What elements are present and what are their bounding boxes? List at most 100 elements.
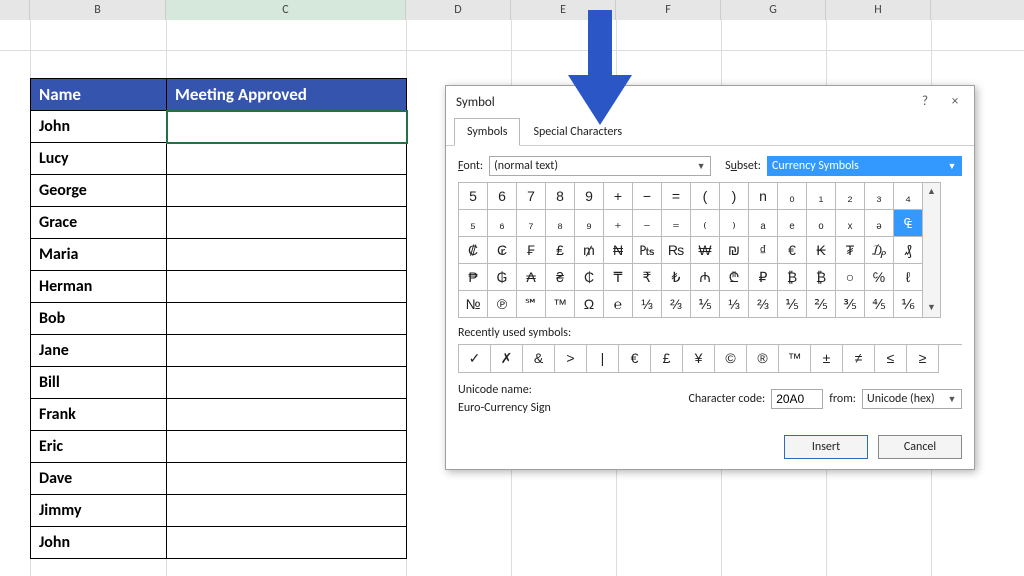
symbol-cell[interactable]: ₥ bbox=[575, 237, 604, 264]
symbol-cell[interactable]: ₆ bbox=[488, 210, 517, 237]
symbol-cell[interactable]: ₹ bbox=[633, 264, 662, 291]
from-combo[interactable]: Unicode (hex) ▼ bbox=[862, 389, 962, 409]
symbol-cell[interactable]: ₓ bbox=[836, 210, 865, 237]
recent-symbol-cell[interactable]: | bbox=[587, 345, 619, 373]
symbol-cell[interactable]: ₀ bbox=[778, 183, 807, 210]
symbol-cell[interactable]: = bbox=[662, 183, 691, 210]
symbol-cell[interactable]: ₨ bbox=[662, 237, 691, 264]
symbol-cell[interactable]: ₊ bbox=[604, 210, 633, 237]
symbol-cell[interactable]: 6 bbox=[488, 183, 517, 210]
symbol-cell[interactable]: 7 bbox=[517, 183, 546, 210]
symbol-cell[interactable]: ₮ bbox=[836, 237, 865, 264]
symbol-cell[interactable]: ₧ bbox=[633, 237, 662, 264]
symbol-cell[interactable]: + bbox=[604, 183, 633, 210]
table-row[interactable]: Lucy bbox=[31, 143, 167, 175]
symbol-cell[interactable]: ₪ bbox=[720, 237, 749, 264]
symbol-cell[interactable]: ₁ bbox=[807, 183, 836, 210]
symbol-cell[interactable]: ℅ bbox=[865, 264, 894, 291]
symbol-cell[interactable]: ₫ bbox=[749, 237, 778, 264]
symbol-cell[interactable]: ⅔ bbox=[662, 291, 691, 318]
symbol-cell[interactable]: ₩ bbox=[691, 237, 720, 264]
font-combo[interactable]: (normal text) ▼ bbox=[489, 156, 711, 176]
table-row[interactable]: Bob bbox=[31, 303, 167, 335]
symbol-scrollbar[interactable]: ▲ ▼ bbox=[923, 182, 941, 318]
tab-symbols[interactable]: Symbols bbox=[454, 118, 520, 146]
table-row[interactable]: Maria bbox=[31, 239, 167, 271]
symbol-cell[interactable]: ⅖ bbox=[807, 291, 836, 318]
recent-symbol-cell[interactable]: ≠ bbox=[843, 345, 875, 373]
symbol-cell[interactable]: ⅗ bbox=[836, 291, 865, 318]
recent-symbol-cell[interactable]: ≥ bbox=[907, 345, 939, 373]
symbol-cell[interactable]: ™ bbox=[546, 291, 575, 318]
symbol-cell[interactable]: ₱ bbox=[459, 264, 488, 291]
symbol-cell[interactable]: ₯ bbox=[865, 237, 894, 264]
symbol-cell[interactable]: ⅘ bbox=[865, 291, 894, 318]
symbol-cell[interactable]: Ω bbox=[575, 291, 604, 318]
symbol-cell[interactable]: ₌ bbox=[662, 210, 691, 237]
symbol-cell[interactable]: 5 bbox=[459, 183, 488, 210]
symbol-cell[interactable]: ₣ bbox=[517, 237, 546, 264]
symbol-cell[interactable]: ₒ bbox=[807, 210, 836, 237]
recent-symbol-cell[interactable]: > bbox=[555, 345, 587, 373]
symbol-cell[interactable]: ₳ bbox=[517, 264, 546, 291]
symbol-cell[interactable]: ℓ bbox=[894, 264, 923, 291]
table-row[interactable]: John bbox=[31, 527, 167, 559]
symbol-cell[interactable]: ℮ bbox=[604, 291, 633, 318]
recent-symbol-cell[interactable]: ™ bbox=[779, 345, 811, 373]
symbol-cell[interactable]: ₂ bbox=[836, 183, 865, 210]
symbol-cell[interactable]: ₵ bbox=[575, 264, 604, 291]
symbol-cell[interactable]: ₎ bbox=[720, 210, 749, 237]
scroll-down-icon[interactable]: ▼ bbox=[923, 299, 940, 317]
recent-symbol-cell[interactable]: © bbox=[715, 345, 747, 373]
symbol-cell[interactable]: € bbox=[778, 237, 807, 264]
table-row[interactable]: Herman bbox=[31, 271, 167, 303]
symbol-cell[interactable]: ₲ bbox=[488, 264, 517, 291]
symbol-cell[interactable]: 9 bbox=[575, 183, 604, 210]
symbol-cell[interactable]: − bbox=[633, 183, 662, 210]
active-cell[interactable] bbox=[167, 111, 407, 143]
recent-symbol-cell[interactable]: ✗ bbox=[491, 345, 523, 373]
symbol-cell[interactable]: n bbox=[749, 183, 778, 210]
table-row[interactable]: George bbox=[31, 175, 167, 207]
symbol-cell[interactable]: ₽ bbox=[749, 264, 778, 291]
table-row[interactable]: John bbox=[31, 111, 167, 143]
symbol-cell[interactable]: ₈ bbox=[546, 210, 575, 237]
help-button[interactable]: ? bbox=[910, 92, 940, 112]
symbol-cell[interactable]: ⅔ bbox=[749, 291, 778, 318]
insert-button[interactable]: Insert bbox=[784, 435, 868, 459]
symbol-cell[interactable]: ₔ bbox=[865, 210, 894, 237]
charcode-input[interactable] bbox=[771, 389, 823, 409]
symbol-cell[interactable]: ℗ bbox=[488, 291, 517, 318]
recent-symbol-cell[interactable]: ✓ bbox=[459, 345, 491, 373]
recent-symbol-cell[interactable]: ¥ bbox=[683, 345, 715, 373]
col-header-c[interactable]: C bbox=[166, 0, 406, 20]
symbol-cell[interactable]: ₴ bbox=[546, 264, 575, 291]
col-header-h[interactable]: H bbox=[826, 0, 931, 20]
symbol-cell[interactable]: ₺ bbox=[662, 264, 691, 291]
symbol-cell[interactable]: ( bbox=[691, 183, 720, 210]
symbol-cell[interactable]: ₰ bbox=[894, 237, 923, 264]
symbol-cell[interactable]: ⅕ bbox=[778, 291, 807, 318]
table-row[interactable]: Frank bbox=[31, 399, 167, 431]
col-header-d[interactable]: D bbox=[406, 0, 511, 20]
symbol-cell[interactable]: ₭ bbox=[807, 237, 836, 264]
symbol-cell[interactable]: ₿ bbox=[778, 264, 807, 291]
symbol-cell[interactable]: ℠ bbox=[517, 291, 546, 318]
recent-symbol-cell[interactable]: ® bbox=[747, 345, 779, 373]
scroll-up-icon[interactable]: ▲ bbox=[923, 183, 940, 201]
symbol-cell[interactable]: ₅ bbox=[459, 210, 488, 237]
symbol-cell[interactable]: ₑ bbox=[778, 210, 807, 237]
symbol-cell[interactable]: ₼ bbox=[691, 264, 720, 291]
symbol-cell[interactable]: ₾ bbox=[720, 264, 749, 291]
symbol-cell[interactable]: ₍ bbox=[691, 210, 720, 237]
symbol-cell[interactable]: ₐ bbox=[749, 210, 778, 237]
recent-symbol-cell[interactable]: ± bbox=[811, 345, 843, 373]
symbol-cell[interactable]: ₿ bbox=[807, 264, 836, 291]
cancel-button[interactable]: Cancel bbox=[878, 435, 962, 459]
subset-combo[interactable]: Currency Symbols ▼ bbox=[767, 156, 962, 176]
symbol-cell[interactable]: ₠ bbox=[894, 210, 923, 237]
symbol-cell[interactable]: ₢ bbox=[488, 237, 517, 264]
symbol-cell[interactable]: ₦ bbox=[604, 237, 633, 264]
table-row[interactable]: Bill bbox=[31, 367, 167, 399]
recent-symbol-cell[interactable]: € bbox=[619, 345, 651, 373]
